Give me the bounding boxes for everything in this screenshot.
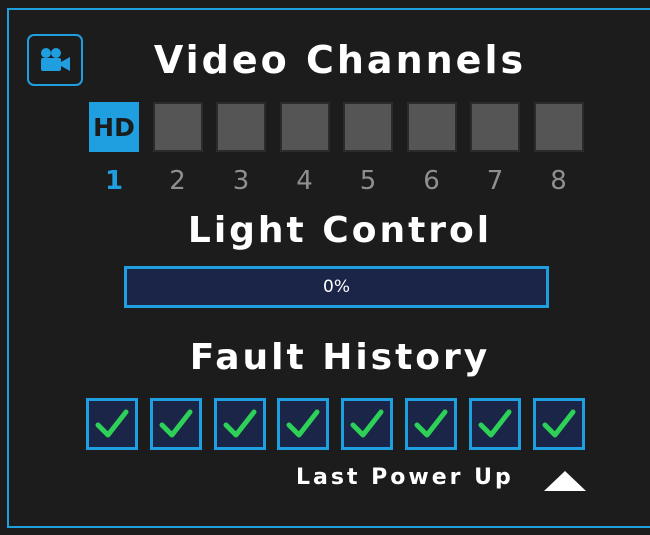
channel-button-7[interactable] (470, 102, 520, 152)
checkmark-icon (95, 409, 129, 438)
checkmark-icon (223, 409, 257, 438)
light-control-title: Light Control (187, 210, 493, 251)
fault-entry (341, 398, 394, 450)
checkmark-icon (350, 409, 384, 438)
video-channels-title: Video Channels (153, 38, 527, 82)
channel-button-1[interactable]: HD (89, 102, 139, 152)
video-camera-icon (41, 48, 70, 71)
hd-badge: HD (93, 112, 135, 142)
channel-button-3[interactable] (216, 102, 266, 152)
fault-entry (405, 398, 457, 450)
light-level-bar[interactable]: 0% (124, 266, 549, 308)
triangle-up-icon[interactable] (544, 471, 586, 491)
checkmark-icon (542, 409, 576, 438)
checkmark-icon (159, 409, 193, 438)
channel-number: 3 (232, 166, 250, 196)
checkmark-icon (478, 409, 512, 438)
fault-entry (86, 398, 138, 450)
channel-button-6[interactable] (406, 102, 457, 152)
light-level-label: 0% (323, 277, 350, 297)
fault-entry (277, 398, 330, 450)
checkmark-icon (414, 409, 448, 438)
channel-number: 5 (359, 166, 377, 196)
channel-button-5[interactable] (343, 102, 393, 152)
fault-entry (532, 398, 585, 450)
channel-number: 2 (169, 166, 186, 196)
channel-number: 7 (486, 166, 504, 196)
channel-number: 8 (550, 166, 567, 196)
channel-number: 1 (104, 166, 124, 196)
fault-entry (468, 398, 521, 450)
channel-button-8[interactable] (533, 102, 584, 152)
fault-entry (213, 398, 266, 450)
last-power-up-label: Last Power Up (296, 465, 514, 490)
fault-history-title: Fault History (189, 337, 491, 378)
channel-button-4[interactable] (279, 102, 330, 152)
camera-button[interactable] (27, 34, 83, 86)
channel-button-2[interactable] (152, 102, 203, 152)
channel-number: 4 (296, 166, 313, 196)
fault-entry (149, 398, 202, 450)
video-panel: Video Channels HD 1 2 3 4 5 6 7 8 Light Control … (0, 0, 650, 535)
checkmark-icon (286, 409, 320, 438)
channel-number: 6 (423, 166, 440, 196)
